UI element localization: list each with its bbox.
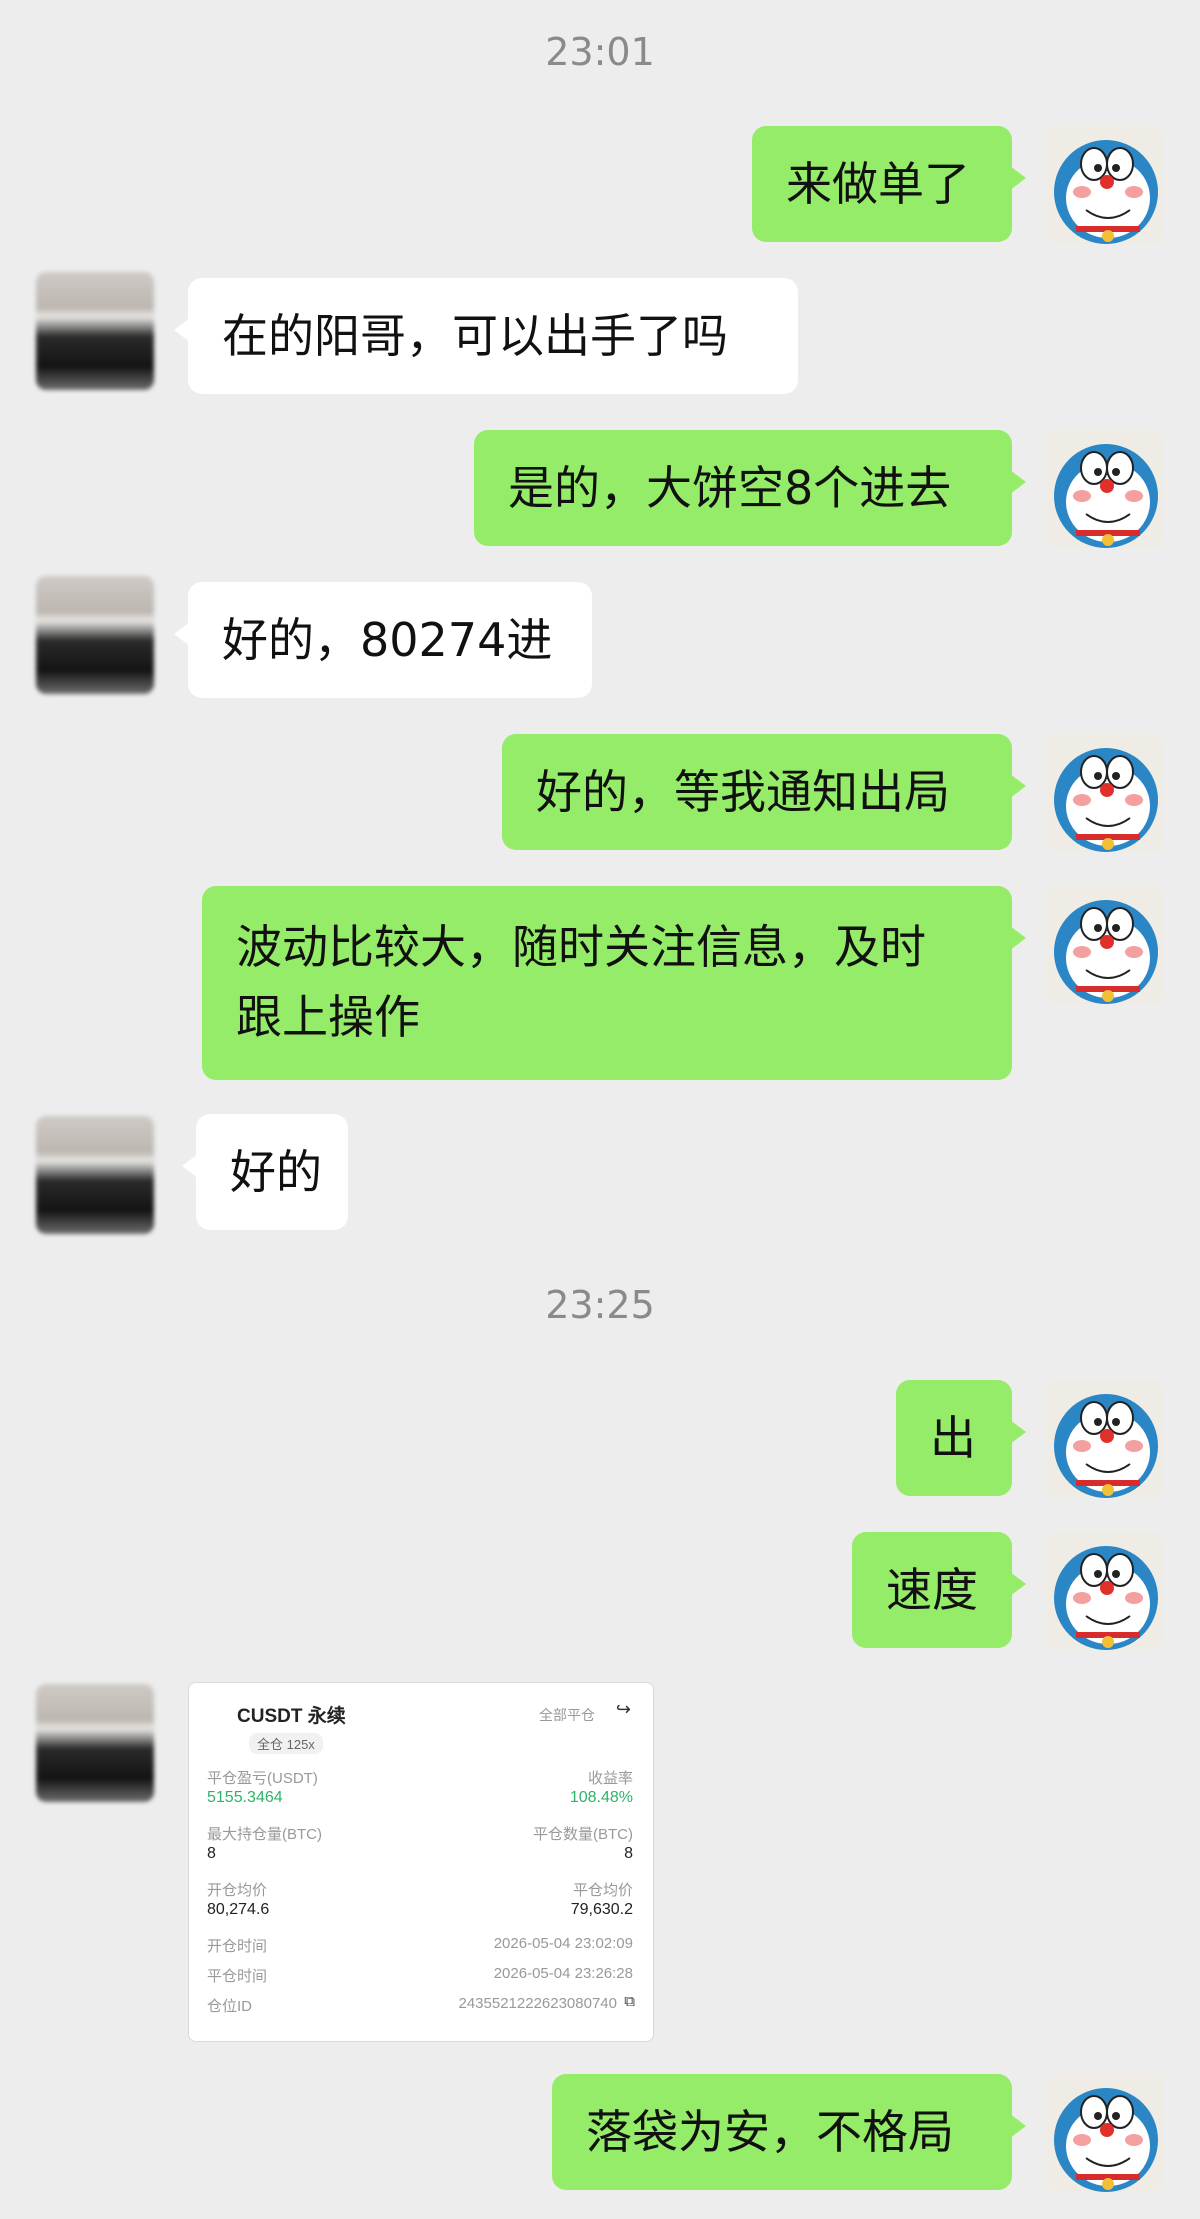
timestamp: 23:01 <box>545 30 655 74</box>
contact-avatar[interactable] <box>36 1116 154 1234</box>
message-line: 波动比较大，随时关注信息，及时 <box>236 920 926 974</box>
message-line: 跟上操作 <box>236 990 420 1044</box>
max-position-value: 8 <box>207 1845 216 1862</box>
self-avatar[interactable] <box>1046 126 1164 244</box>
contact-avatar[interactable] <box>36 576 154 694</box>
close-avg-label: 平仓均价 <box>572 1882 633 1899</box>
share-icon[interactable]: ↪ <box>616 1699 631 1720</box>
self-avatar[interactable] <box>1046 1380 1164 1498</box>
message-bubble-received[interactable]: 好的，80274进 <box>174 582 592 698</box>
open-avg-value: 80,274.6 <box>207 1901 270 1918</box>
message-bubble-sent[interactable]: 是的，大饼空8个进去 <box>474 430 1026 546</box>
close-qty-value: 8 <box>624 1845 633 1862</box>
copy-icon[interactable]: ⧉ <box>624 1993 635 2010</box>
contact-avatar[interactable] <box>36 272 154 390</box>
close-avg-value: 79,630.2 <box>570 1901 633 1918</box>
self-avatar[interactable] <box>1046 734 1164 852</box>
position-id-label: 仓位ID <box>207 1998 253 2015</box>
message-bubble-sent[interactable]: 波动比较大，随时关注信息，及时 跟上操作 <box>202 886 1026 1080</box>
card-mode-badge: 全仓 125x <box>249 1733 323 1754</box>
close-time-label: 平仓时间 <box>207 1968 268 1985</box>
message-bubble-sent[interactable]: 好的，等我通知出局 <box>502 734 1026 850</box>
message-bubble-received[interactable]: 好的 <box>182 1114 348 1230</box>
message-bubble-sent[interactable]: 速度 <box>852 1532 1026 1648</box>
self-avatar[interactable] <box>1046 430 1164 548</box>
self-avatar[interactable] <box>1046 1532 1164 1650</box>
open-avg-label: 开仓均价 <box>207 1882 268 1899</box>
message-bubble-sent[interactable]: 落袋为安，不格局 <box>552 2074 1026 2190</box>
pnl-value: 5155.3464 <box>207 1789 283 1806</box>
roi-label: 收益率 <box>587 1770 633 1787</box>
close-all-button[interactable]: 全部平仓 <box>539 1705 595 1725</box>
message-bubble-sent[interactable]: 出 <box>896 1380 1026 1496</box>
card-symbol: CUSDT 永续 <box>237 1706 346 1727</box>
roi-value: 108.48% <box>569 1789 633 1806</box>
pnl-label: 平仓盈亏(USDT) <box>207 1770 318 1787</box>
timestamp: 23:25 <box>545 1283 655 1327</box>
contact-avatar[interactable] <box>36 1684 154 1802</box>
message-bubble-received[interactable]: 在的阳哥，可以出手了吗 <box>174 278 798 394</box>
close-time-value: 2026-05-04 23:26:28 <box>493 1965 633 1982</box>
close-qty-label: 平仓数量(BTC) <box>533 1826 633 1843</box>
self-avatar[interactable] <box>1046 886 1164 1004</box>
position-id-value: 2435521222623080740 <box>458 1995 617 2012</box>
open-time-value: 2026-05-04 23:02:09 <box>493 1935 633 1952</box>
self-avatar[interactable] <box>1046 2074 1164 2192</box>
open-time-label: 开仓时间 <box>207 1938 268 1955</box>
trade-result-card[interactable]: CUSDT 永续 全仓 125x 全部平仓 ↪ 平仓盈亏(USDT) 5155.… <box>188 1682 654 2042</box>
max-position-label: 最大持仓量(BTC) <box>207 1826 322 1843</box>
message-bubble-sent[interactable]: 来做单了 <box>752 126 1026 242</box>
